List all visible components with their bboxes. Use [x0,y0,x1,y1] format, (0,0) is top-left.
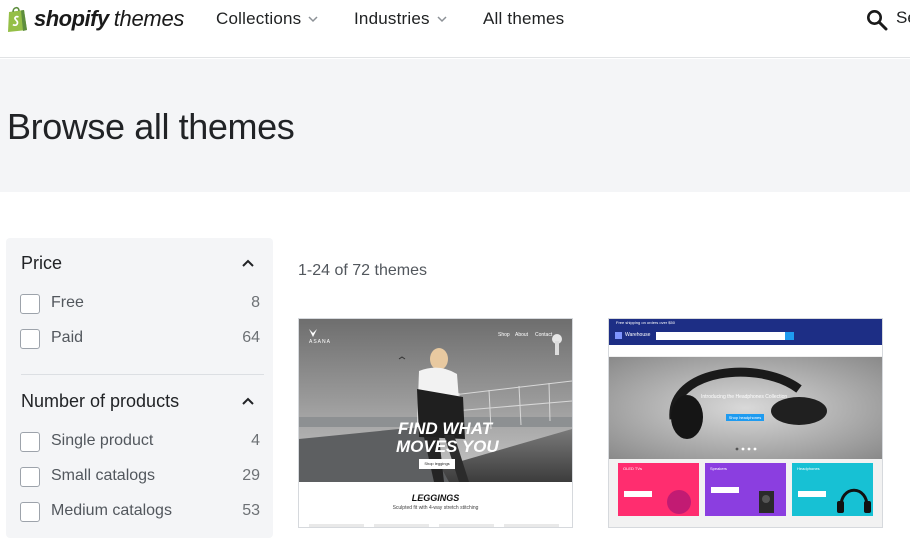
filter-price-title[interactable]: Price [21,253,62,274]
chevron-down-icon [437,16,447,23]
option-count: 4 [251,432,260,449]
checkbox[interactable] [20,294,40,314]
theme-hero-cta: Shop headphones [728,415,762,420]
top-navigation: shopify themes Collections Industries Al… [0,0,910,58]
option-label: Small catalogs [51,467,156,484]
theme-card[interactable]: ASANA Shop About Contact FIND WHAT MOVES… [298,318,573,528]
theme-card[interactable]: Free shipping on orders over $50 Warehou… [608,318,883,528]
option-count: 53 [242,502,260,519]
filter-products-title[interactable]: Number of products [21,391,179,412]
theme-headline: MOVES YOU [396,437,499,456]
nav-collections-label: Collections [216,9,302,28]
theme-hero-text: Introducing the Headphones Collection [701,394,788,400]
search-icon[interactable] [866,9,888,31]
theme-top-banner: Free shipping on orders over $50 [616,320,675,325]
filter-sidebar: Price Free 8 Paid 64 Number of products … [6,238,273,538]
chevron-up-icon[interactable] [241,258,255,268]
theme-brand: ASANA [309,339,331,345]
filter-option-medium-catalogs[interactable]: Medium catalogs 53 [20,501,260,523]
shopify-themes-logo[interactable]: shopify themes [6,5,184,33]
theme-section-subtitle: Sculpted fit with 4-way stretch stitchin… [392,505,479,511]
theme-cta-button: Shop leggings [419,459,455,469]
filter-divider [21,374,264,375]
option-count: 8 [251,294,260,311]
checkbox[interactable] [20,329,40,349]
theme-nav-about: About [515,332,529,338]
results-count: 1-24 of 72 themes [298,262,427,279]
theme-tile-title: OLED TVs [623,466,643,471]
nav-all-themes-label: All themes [483,9,565,28]
chevron-down-icon [308,16,318,23]
checkbox[interactable] [20,432,40,452]
filter-option-small-catalogs[interactable]: Small catalogs 29 [20,466,260,488]
nav-all-themes[interactable]: All themes [483,8,564,30]
theme-nav-shop: Shop [498,332,510,338]
checkbox[interactable] [20,502,40,522]
option-count: 29 [242,467,260,484]
theme-preview-image [609,319,882,527]
theme-section-title: LEGGINGS [411,493,460,503]
nav-industries-label: Industries [354,9,430,28]
option-label: Paid [51,329,84,346]
theme-nav-contact: Contact [535,332,553,338]
option-count: 64 [242,329,260,346]
filter-option-paid[interactable]: Paid 64 [20,328,260,350]
theme-tile-title: Speakers [710,466,727,471]
option-label: Single product [51,432,154,449]
option-label: Medium catalogs [51,502,172,519]
chevron-up-icon[interactable] [241,396,255,406]
theme-headline: FIND WHAT [398,419,493,438]
nav-industries[interactable]: Industries [354,8,447,30]
theme-brand: Warehouse [625,332,651,338]
search-label[interactable]: Se [896,8,910,28]
nav-collections[interactable]: Collections [216,8,318,30]
filter-option-free[interactable]: Free 8 [20,293,260,315]
theme-tile-title: Headphones [797,466,820,471]
option-label: Free [51,294,84,311]
page-title: Browse all themes [7,106,295,147]
checkbox[interactable] [20,467,40,487]
logo-suffix: themes [113,6,185,31]
hero-banner: Browse all themes [0,59,910,192]
shopify-bag-icon [8,6,27,32]
logo-wordmark: shopify [34,6,109,31]
filter-option-single-product[interactable]: Single product 4 [20,431,260,453]
